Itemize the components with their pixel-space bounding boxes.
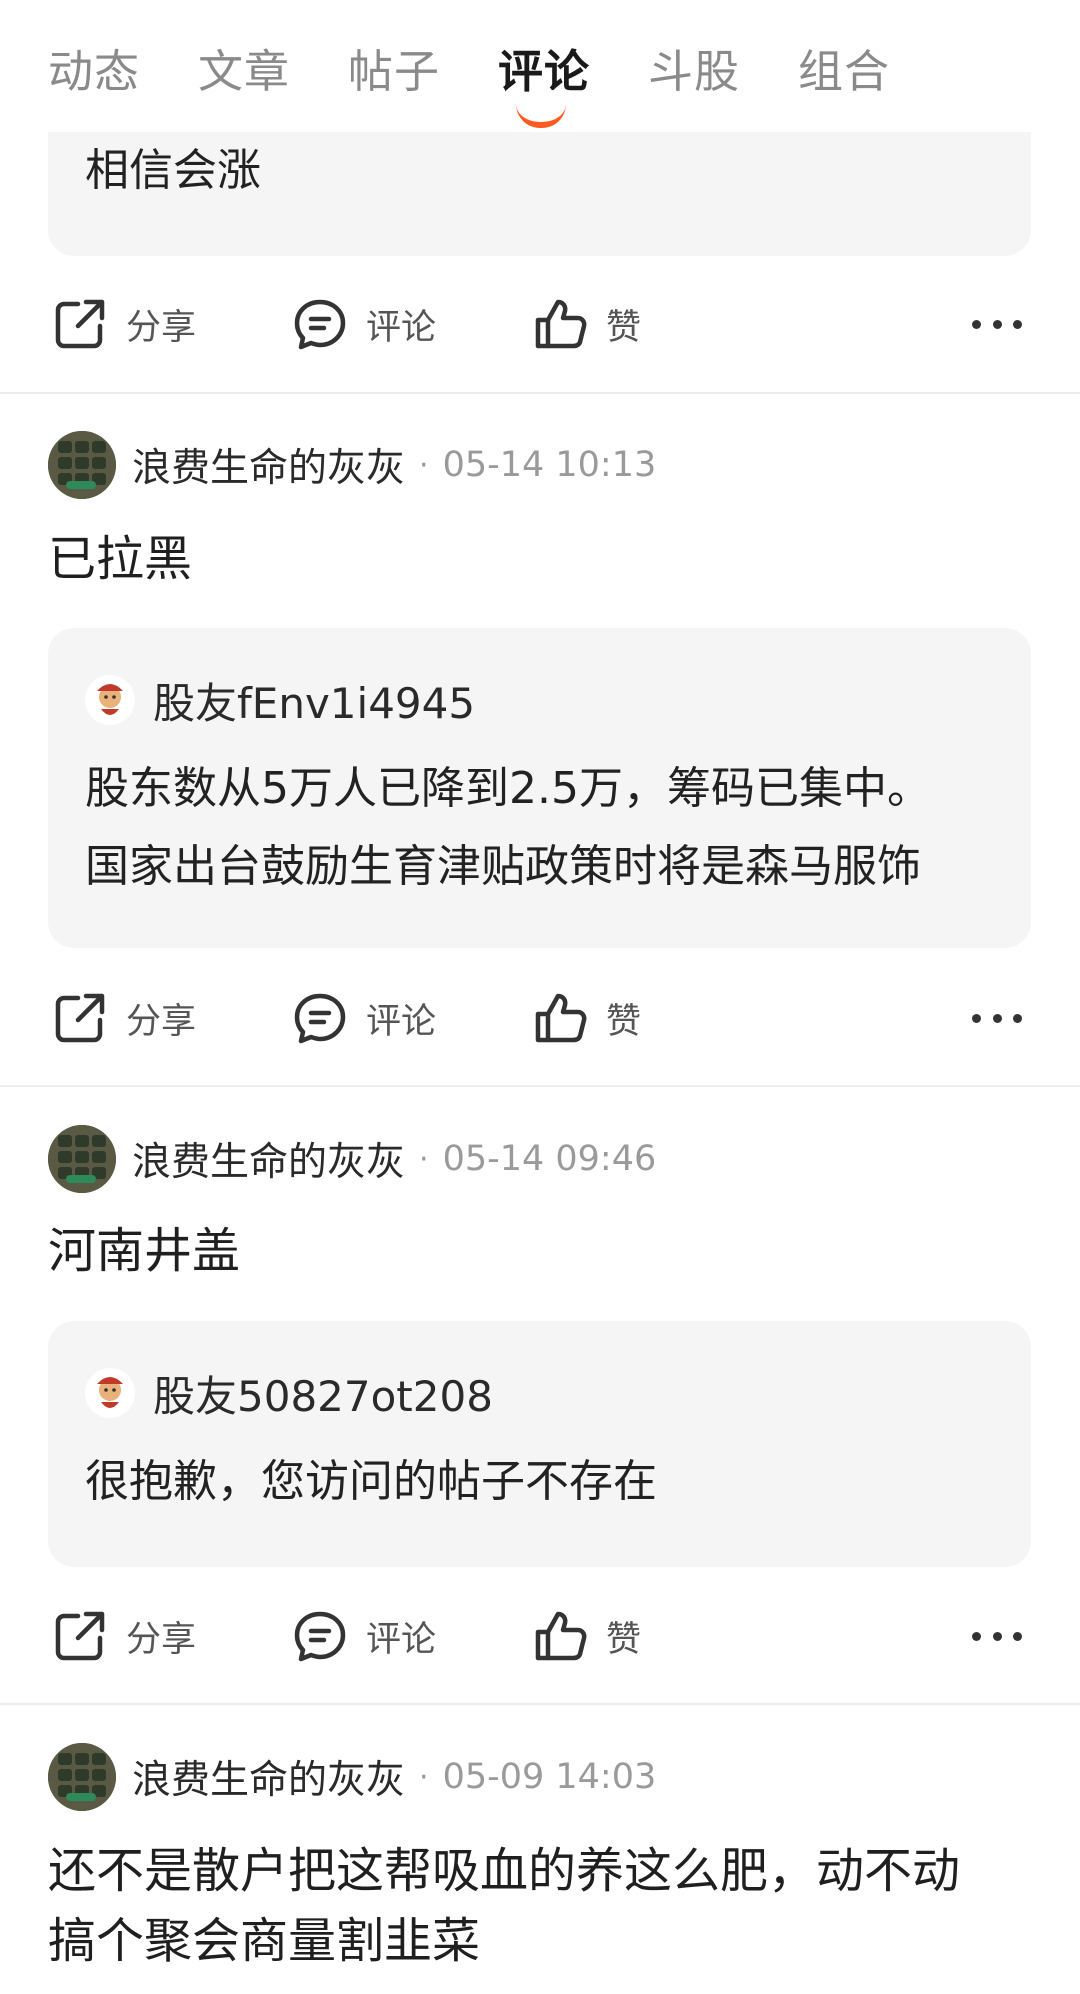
separator-dot: · <box>419 1759 429 1795</box>
post-header: 浪费生命的灰灰 · 05-14 10:13 <box>48 430 656 500</box>
more-icon[interactable] <box>972 304 1022 344</box>
like-button[interactable]: 赞 <box>532 978 641 1058</box>
post-text: 已拉黑 <box>48 531 193 587</box>
quoted-post-text-line: 很抱歉，您访问的帖子不存在 <box>85 1456 657 1507</box>
comment-icon <box>294 1611 346 1662</box>
action-bar: 分享 评论 赞 <box>0 284 1080 364</box>
share-label: 分享 <box>126 1619 197 1660</box>
quoted-author-row: 股友50827ot208 <box>85 1365 493 1421</box>
like-label: 赞 <box>606 307 642 348</box>
divider <box>0 1085 1080 1087</box>
share-label: 分享 <box>126 1001 197 1042</box>
quoted-post[interactable]: 股友50827ot208 很抱歉，您访问的帖子不存在 <box>48 1321 1031 1567</box>
post-time: 05-09 14:03 <box>442 1757 657 1797</box>
post-header: 浪费生命的灰灰 · 05-09 14:03 <box>48 1742 656 1812</box>
comment-icon <box>294 993 346 1044</box>
like-label: 赞 <box>606 1619 642 1660</box>
comment-button[interactable]: 评论 <box>292 978 436 1058</box>
share-button[interactable]: 分享 <box>52 284 196 364</box>
post-header: 浪费生命的灰灰 · 05-14 09:46 <box>48 1124 656 1194</box>
share-button[interactable]: 分享 <box>52 1596 196 1676</box>
quoted-post[interactable]: 股友fEnv1i4945 股东数从5万人已降到2.5万，筹码已集中。 国家出台鼓… <box>48 628 1031 948</box>
post-text: 河南井盖 <box>48 1223 241 1279</box>
divider <box>0 392 1080 394</box>
share-icon <box>55 299 105 349</box>
comment-label: 评论 <box>366 307 437 348</box>
like-icon <box>535 993 587 1043</box>
quoted-author-name: 股友50827ot208 <box>153 1371 493 1421</box>
tab-dynamic[interactable]: 动态 <box>48 42 140 102</box>
more-icon[interactable] <box>972 998 1022 1038</box>
tab-comments[interactable]: 评论 <box>498 42 590 102</box>
like-button[interactable]: 赞 <box>532 284 641 364</box>
share-icon <box>55 993 105 1043</box>
quoted-author-name: 股友fEnv1i4945 <box>153 678 476 728</box>
post-time: 05-14 10:13 <box>442 445 657 485</box>
action-bar: 分享 评论 赞 <box>0 1596 1080 1676</box>
avatar[interactable] <box>48 431 116 499</box>
separator-dot: · <box>419 447 429 483</box>
comment-icon <box>294 299 346 350</box>
post-text-line: 还不是散户把这帮吸血的养这么肥，动不动 <box>48 1843 961 1899</box>
separator-dot: · <box>419 1141 429 1177</box>
quoted-post-text-line: 国家出台鼓励生育津贴政策时将是森马服饰 <box>85 841 921 892</box>
tab-articles[interactable]: 文章 <box>198 42 290 102</box>
tab-posts[interactable]: 帖子 <box>348 42 440 102</box>
author-name[interactable]: 浪费生命的灰灰 <box>132 437 405 493</box>
like-button[interactable]: 赞 <box>532 1596 641 1676</box>
like-icon <box>535 1611 587 1661</box>
active-tab-indicator <box>516 104 566 128</box>
author-name[interactable]: 浪费生命的灰灰 <box>132 1749 405 1805</box>
like-label: 赞 <box>606 1001 642 1042</box>
post-time: 05-14 09:46 <box>442 1139 657 1179</box>
quoted-author-row: 股友fEnv1i4945 <box>85 672 475 728</box>
quoted-author-avatar <box>85 675 135 725</box>
avatar[interactable] <box>48 1125 116 1193</box>
divider <box>0 1703 1080 1705</box>
post-text-line: 搞个聚会商量割韭菜 <box>48 1913 481 1969</box>
share-button[interactable]: 分享 <box>52 978 196 1058</box>
quoted-author-avatar <box>85 1368 135 1418</box>
comment-label: 评论 <box>366 1619 437 1660</box>
tab-portfolio[interactable]: 组合 <box>798 42 890 102</box>
comments-page: 动态 文章 帖子 评论 斗股 组合 相信会涨 分享 评论 赞 浪费生命的灰灰 · <box>0 0 1080 1994</box>
share-label: 分享 <box>126 307 197 348</box>
action-bar: 分享 评论 赞 <box>0 978 1080 1058</box>
comment-button[interactable]: 评论 <box>292 284 436 364</box>
comment-button[interactable]: 评论 <box>292 1596 436 1676</box>
tab-bar: 动态 文章 帖子 评论 斗股 组合 <box>0 0 1080 132</box>
more-icon[interactable] <box>972 1616 1022 1656</box>
author-name[interactable]: 浪费生命的灰灰 <box>132 1131 405 1187</box>
quoted-post-text-line: 股东数从5万人已降到2.5万，筹码已集中。 <box>85 763 931 814</box>
comment-label: 评论 <box>366 1001 437 1042</box>
share-icon <box>55 1611 105 1661</box>
quoted-post-text: 相信会涨 <box>85 145 261 196</box>
avatar[interactable] <box>48 1743 116 1811</box>
like-icon <box>535 299 587 349</box>
tab-stock-battle[interactable]: 斗股 <box>648 42 740 102</box>
